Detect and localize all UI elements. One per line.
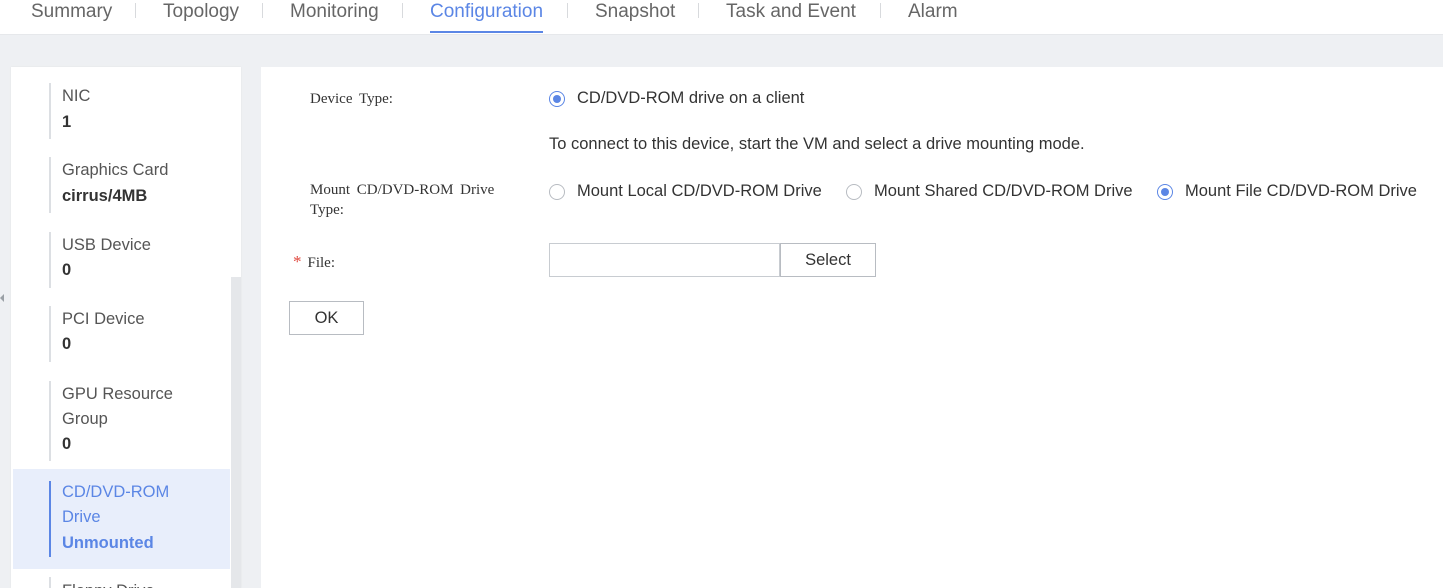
- sidebar-item-graphics-card[interactable]: Graphics Card cirrus/4MB: [13, 157, 230, 213]
- radio-label: Mount Local CD/DVD-ROM Drive: [577, 182, 822, 200]
- file-label-row: * File:: [293, 252, 335, 272]
- radio-checked-icon: [1157, 183, 1173, 200]
- required-marker: *: [293, 252, 302, 271]
- sidebar-item-label: CD/DVD-ROM: [62, 483, 170, 501]
- mount-shared-radio[interactable]: Mount Shared CD/DVD-ROM Drive: [846, 182, 1133, 201]
- collapse-arrow-icon[interactable]: [0, 294, 4, 302]
- tab-divider: [698, 3, 699, 18]
- tab-divider: [135, 3, 136, 18]
- sidebar-item-cd-dvd-rom-drive[interactable]: CD/DVD-ROM Drive Unmounted: [13, 469, 230, 569]
- radio-unchecked-icon: [846, 183, 862, 200]
- hardware-list: NIC 1 Graphics Card cirrus/4MB USB Devic…: [11, 67, 241, 588]
- item-indicator: [49, 481, 51, 557]
- tab-divider: [262, 3, 263, 18]
- item-indicator: [49, 381, 51, 461]
- tab-divider: [567, 3, 568, 18]
- mount-file-radio[interactable]: Mount File CD/DVD-ROM Drive: [1157, 182, 1417, 201]
- file-path-input[interactable]: [549, 243, 780, 277]
- item-indicator: [49, 306, 51, 362]
- radio-label: CD/DVD-ROM drive on a client: [577, 89, 805, 107]
- sidebar-item-label-line2: Drive: [62, 508, 101, 526]
- tab-task-and-event[interactable]: Task and Event: [726, 0, 856, 34]
- item-indicator: [49, 232, 51, 288]
- sidebar-scrollbar[interactable]: [231, 277, 241, 588]
- sidebar-item-value: 0: [62, 435, 72, 453]
- ok-button[interactable]: OK: [289, 301, 364, 335]
- sidebar-item-value: 0: [62, 261, 72, 279]
- tab-monitoring[interactable]: Monitoring: [290, 0, 379, 34]
- sidebar-item-value: 1: [62, 113, 72, 131]
- sidebar-item-value: cirrus/4MB: [62, 187, 148, 205]
- radio-checked-icon: [549, 90, 565, 107]
- sidebar-item-label: NIC: [62, 87, 91, 105]
- radio-label: Mount File CD/DVD-ROM Drive: [1185, 182, 1417, 200]
- file-label: File:: [307, 255, 336, 271]
- tab-topology[interactable]: Topology: [163, 0, 239, 34]
- item-indicator: [49, 157, 51, 213]
- sidebar-item-gpu-resource-group[interactable]: GPU Resource Group 0: [13, 381, 230, 461]
- sidebar-item-label: GPU Resource: [62, 385, 173, 403]
- device-type-client-radio[interactable]: CD/DVD-ROM drive on a client: [549, 89, 804, 108]
- sidebar-item-value: 0: [62, 335, 72, 353]
- tab-bar: Summary Topology Monitoring Configuratio…: [0, 0, 1443, 35]
- sidebar-item-floppy-drive[interactable]: Floppy Drive: [13, 577, 230, 588]
- radio-unchecked-icon: [549, 183, 565, 200]
- mount-type-label-line2: Type:: [310, 202, 344, 218]
- tab-snapshot[interactable]: Snapshot: [595, 0, 675, 34]
- device-type-label: Device Type:: [310, 91, 393, 107]
- sidebar-item-nic[interactable]: NIC 1: [13, 83, 230, 139]
- tab-configuration[interactable]: Configuration: [430, 0, 544, 34]
- radio-label: Mount Shared CD/DVD-ROM Drive: [874, 182, 1133, 200]
- sidebar-item-label-line2: Group: [62, 410, 108, 428]
- mount-local-radio[interactable]: Mount Local CD/DVD-ROM Drive: [549, 182, 822, 201]
- sidebar-item-value: Unmounted: [62, 534, 154, 552]
- sidebar-item-pci-device[interactable]: PCI Device 0: [13, 306, 230, 362]
- item-indicator: [49, 577, 51, 588]
- sidebar-item-label: Floppy Drive: [62, 579, 155, 588]
- select-file-button[interactable]: Select: [780, 243, 876, 277]
- mount-hint-text: To connect to this device, start the VM …: [549, 135, 1085, 153]
- sidebar-item-label: PCI Device: [62, 310, 145, 328]
- tab-divider: [402, 3, 403, 18]
- sidebar-item-label: USB Device: [62, 236, 151, 254]
- sidebar-item-usb-device[interactable]: USB Device 0: [13, 232, 230, 288]
- item-indicator: [49, 83, 51, 139]
- tab-summary[interactable]: Summary: [31, 0, 112, 34]
- sidebar-item-label: Graphics Card: [62, 161, 169, 179]
- configuration-panel: Device Type: CD/DVD-ROM drive on a clien…: [261, 67, 1443, 588]
- mount-type-label: Mount CD/DVD-ROM Drive: [310, 182, 495, 198]
- tab-divider: [880, 3, 881, 18]
- tab-alarm[interactable]: Alarm: [908, 0, 958, 34]
